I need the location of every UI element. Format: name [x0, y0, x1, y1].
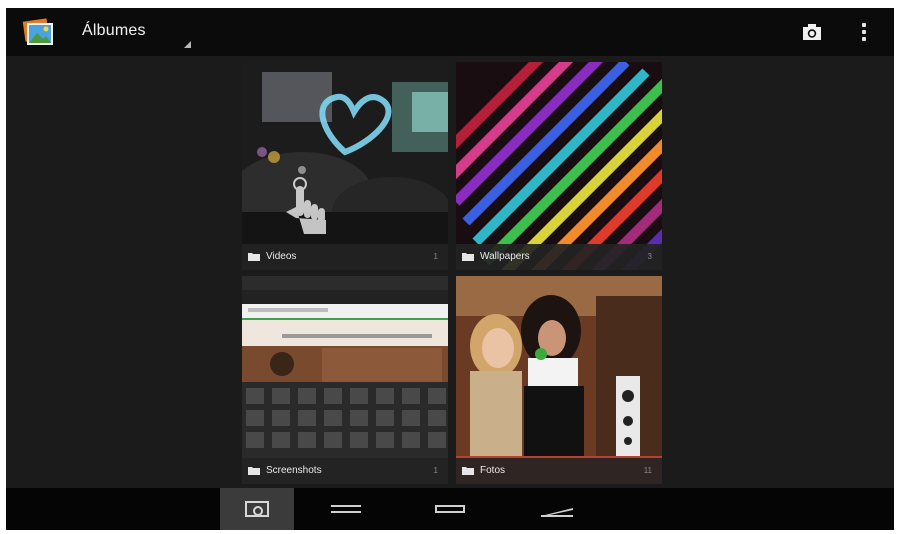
album-spinner-indicator[interactable] — [184, 41, 191, 48]
folder-icon — [462, 253, 474, 261]
album-thumbnail — [242, 276, 448, 484]
album-label: Videos — [266, 251, 297, 262]
album-label: Wallpapers — [480, 251, 530, 262]
album-thumbnail — [456, 276, 662, 484]
album-count: 1 — [433, 252, 438, 261]
camera-glyph — [245, 501, 269, 517]
gallery-icon[interactable] — [20, 14, 56, 50]
album-label-bar: Videos 1 — [242, 244, 448, 270]
album-label: Screenshots — [266, 465, 322, 476]
album-grid-area: Videos 1 Wallpapers 3 Screenshots 1 Foto… — [6, 56, 894, 488]
album-label: Fotos — [480, 465, 506, 476]
album-thumbnail — [242, 62, 448, 270]
album-tile-screenshots[interactable]: Screenshots 1 — [242, 276, 448, 484]
page-title[interactable]: Álbumes — [82, 22, 146, 40]
album-count: 1 — [433, 466, 438, 475]
folder-icon — [248, 253, 260, 261]
album-tile-videos[interactable]: Videos 1 — [242, 62, 448, 270]
action-bar: Álbumes — [6, 8, 894, 56]
home-glyph — [435, 505, 465, 513]
gallery-screen: Álbumes Videos 1 Wallpapers 3 Screenshot… — [6, 8, 894, 530]
recent-apps-glyph — [541, 508, 573, 517]
system-nav-bar — [6, 488, 894, 530]
album-thumbnail — [456, 62, 662, 270]
back-bar-top — [331, 505, 361, 507]
recent-apps-icon[interactable] — [521, 488, 595, 530]
album-label-bar: Wallpapers 3 — [456, 244, 662, 270]
album-tile-wallpapers[interactable]: Wallpapers 3 — [456, 62, 662, 270]
album-label-bar: Fotos 11 — [456, 458, 662, 484]
back-icon[interactable] — [309, 488, 383, 530]
folder-icon — [248, 467, 260, 475]
album-count: 11 — [643, 466, 652, 475]
camera-icon[interactable] — [220, 488, 294, 530]
album-grid: Videos 1 Wallpapers 3 Screenshots 1 Foto… — [242, 62, 662, 486]
home-icon[interactable] — [413, 488, 487, 530]
overflow-menu-icon[interactable] — [858, 21, 870, 43]
album-label-bar: Screenshots 1 — [242, 458, 448, 484]
album-tile-fotos[interactable]: Fotos 11 — [456, 276, 662, 484]
camera-icon[interactable] — [801, 21, 823, 43]
folder-icon — [462, 467, 474, 475]
back-bar-bottom — [331, 511, 361, 513]
album-count: 3 — [647, 252, 652, 261]
